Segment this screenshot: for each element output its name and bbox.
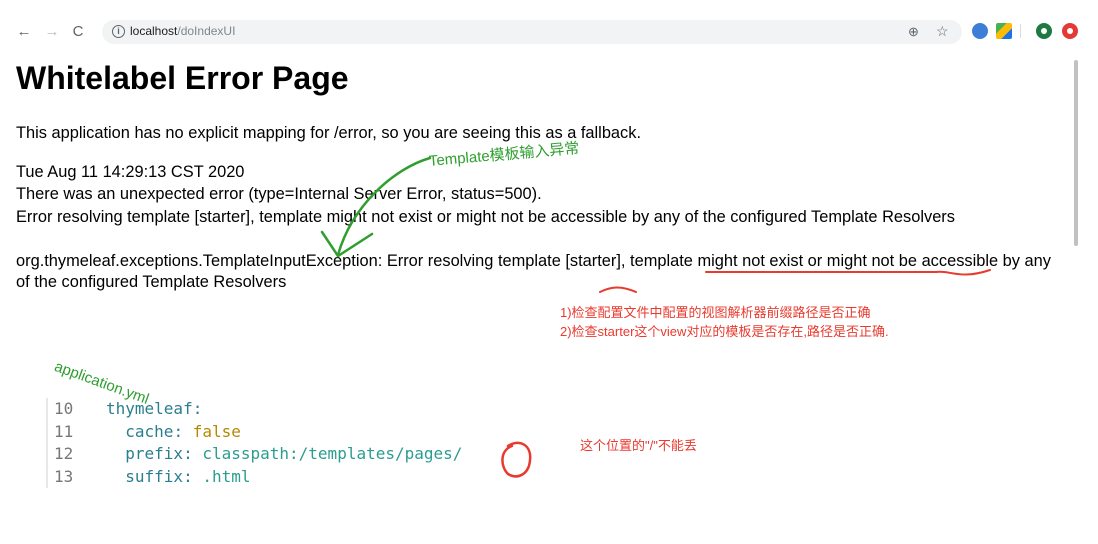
info-icon[interactable]: i	[112, 25, 125, 38]
line-number: 11	[54, 421, 74, 441]
opera-icon[interactable]	[1062, 23, 1078, 39]
address-bar[interactable]: i localhost/doIndexUI ⊕ ☆	[102, 20, 962, 44]
yaml-key: thymeleaf	[106, 399, 193, 418]
check-note-1: 1)检查配置文件中配置的视图解析器前缀路径是否正确	[560, 305, 871, 320]
toolbar-divider	[1020, 24, 1021, 38]
error-summary: There was an unexpected error (type=Inte…	[16, 185, 542, 203]
red-circle	[501, 441, 532, 478]
yaml-separator: :	[183, 466, 203, 486]
yaml-value: .html	[202, 466, 251, 486]
code-line: 12 prefix: classpath:/templates/pages/	[48, 443, 462, 466]
line-number: 12	[54, 444, 74, 463]
timestamp: Tue Aug 11 14:29:13 CST 2020	[16, 163, 245, 181]
url-text[interactable]: localhost/doIndexUI	[130, 24, 235, 38]
check-note-2: 2)检查starter这个view对应的模板是否存在,路径是否正确.	[560, 324, 889, 339]
scrollbar[interactable]	[1074, 60, 1078, 246]
yaml-key: prefix	[125, 444, 184, 463]
yaml-key: cache	[125, 421, 174, 441]
line-number: 13	[54, 466, 74, 486]
star-icon[interactable]: ☆	[936, 23, 949, 40]
slash-note: 这个位置的"/"不能丢	[580, 438, 697, 453]
page-title: Whitelabel Error Page	[16, 60, 349, 96]
yaml-separator: :	[192, 399, 203, 418]
arrow-left-icon[interactable]: ←	[14, 22, 34, 42]
yaml-separator: :	[183, 444, 203, 463]
reload-icon[interactable]: C	[68, 22, 88, 42]
code-line: 13 suffix: .html	[48, 466, 462, 489]
yaml-value: classpath:/templates/pages/	[202, 444, 463, 463]
yaml-separator: :	[173, 421, 193, 441]
code-line: 10 thymeleaf:	[48, 398, 462, 421]
arrow-right-icon[interactable]: →	[42, 22, 62, 42]
zoom-icon[interactable]: ⊕	[908, 24, 919, 40]
profile-avatar-icon[interactable]	[1036, 23, 1052, 39]
yaml-value: false	[192, 421, 241, 441]
yaml-key: suffix	[125, 466, 184, 486]
code-line: 11 cache: false	[48, 421, 462, 444]
browser-toolbar: ← → C i localhost/doIndexUI ⊕ ☆	[0, 18, 1098, 48]
line-number: 10	[54, 399, 74, 418]
extension-icon[interactable]	[972, 23, 988, 39]
extension-icon[interactable]	[996, 23, 1012, 39]
exception-text: org.thymeleaf.exceptions.TemplateInputEx…	[16, 252, 1051, 291]
error-resolving-text: Error resolving template [starter], temp…	[16, 208, 955, 226]
code-block: 10 thymeleaf: 11 cache: false 12 prefix: …	[46, 398, 462, 488]
